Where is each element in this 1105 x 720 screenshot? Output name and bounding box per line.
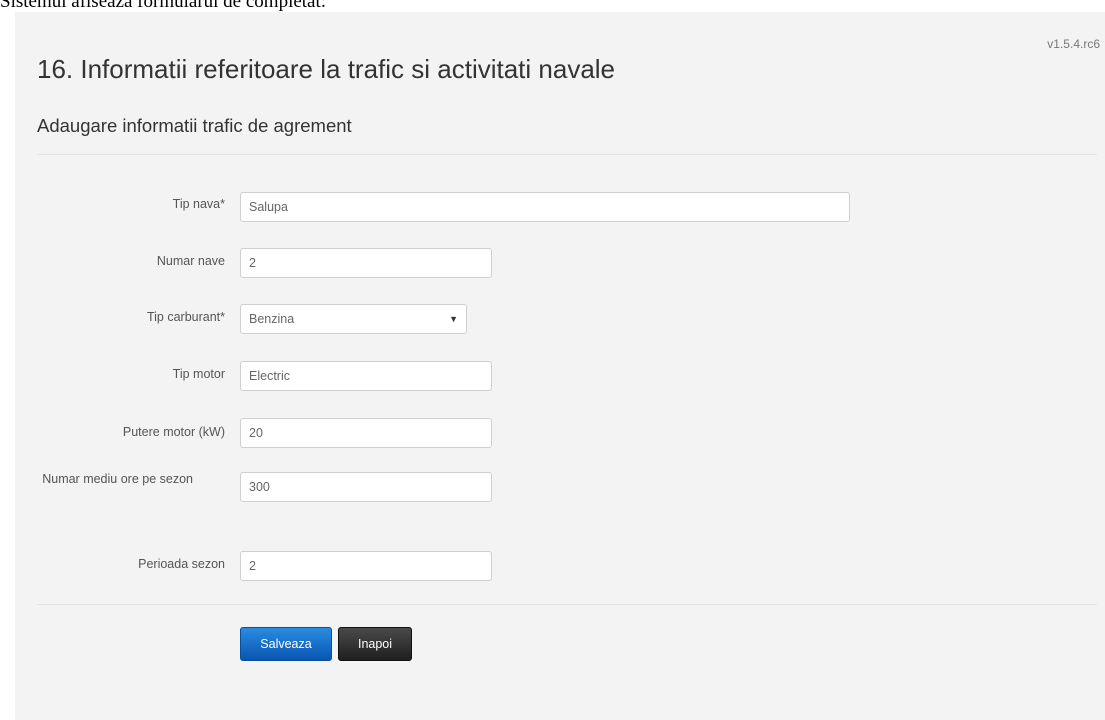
numar-nave-input[interactable]: 2 — [240, 248, 492, 278]
actions-divider — [37, 604, 1097, 605]
caret-down-icon: ▼ — [449, 314, 458, 324]
section-divider — [37, 154, 1097, 155]
numar-nave-label: Numar nave — [156, 254, 225, 268]
tip-carburant-label: Tip carburant* — [146, 310, 225, 324]
tip-nava-label: Tip nava* — [172, 197, 225, 211]
tip-motor-input[interactable]: Electric — [240, 361, 492, 391]
version-label: v1.5.4.rc6 — [1047, 37, 1100, 51]
putere-motor-input[interactable]: 20 — [240, 418, 492, 448]
numar-mediu-ore-input[interactable]: 300 — [240, 472, 492, 502]
tip-carburant-select[interactable]: Benzina ▼ — [240, 304, 467, 334]
numar-mediu-ore-label: Numar mediu ore pe sezon — [42, 472, 193, 486]
perioada-sezon-label: Perioada sezon — [138, 557, 225, 571]
tip-nava-input[interactable]: Salupa — [240, 192, 850, 222]
putere-motor-label: Putere motor (kW) — [122, 425, 225, 439]
page-title: 16. Informatii referitoare la trafic si … — [37, 54, 616, 84]
perioada-sezon-input[interactable]: 2 — [240, 551, 492, 581]
back-button[interactable]: Inapoi — [338, 627, 412, 661]
form-panel: v1.5.4.rc6 16. Informatii referitoare la… — [15, 12, 1105, 720]
tip-motor-label: Tip motor — [172, 367, 225, 381]
tip-carburant-value: Benzina — [249, 312, 295, 326]
save-button[interactable]: Salveaza — [240, 627, 332, 661]
section-title: Adaugare informatii trafic de agrement — [37, 115, 352, 136]
